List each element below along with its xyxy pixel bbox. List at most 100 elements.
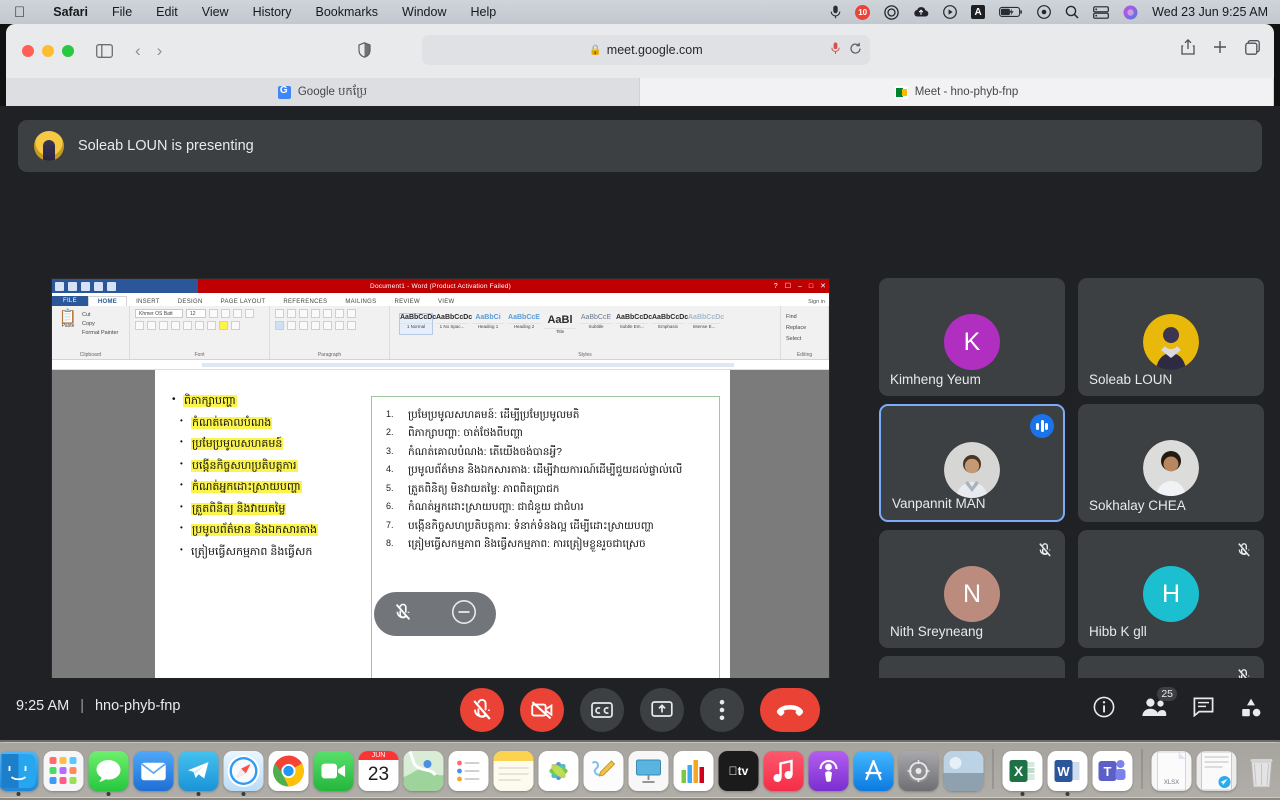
ribbon-group-clipboard[interactable]: 📋 Paste Cut Copy Format Painter Clipboar… — [52, 306, 130, 359]
menu-item-safari[interactable]: Safari — [41, 5, 100, 19]
text-a-icon[interactable]: A — [971, 5, 985, 19]
change-case-icon[interactable] — [233, 309, 242, 318]
tab-overview-icon[interactable] — [1245, 40, 1260, 60]
ribbon-tab-view[interactable]: VIEW — [429, 297, 464, 306]
minimize-icon[interactable]: – — [798, 283, 802, 290]
style-heading-2[interactable]: AaBbCcE Heading 2 — [507, 313, 541, 335]
navigation-buttons[interactable]: ‹ › — [135, 41, 162, 61]
podcasts-icon[interactable] — [809, 751, 849, 791]
ribbon-tab-page-layout[interactable]: PAGE LAYOUT — [212, 297, 275, 306]
battery-charging-icon[interactable] — [999, 6, 1023, 18]
bold-icon[interactable] — [135, 321, 144, 330]
cut-item[interactable]: Cut — [82, 311, 118, 320]
app-store-icon[interactable] — [854, 751, 894, 791]
cloud-upload-icon[interactable] — [913, 6, 929, 18]
privacy-shield-icon[interactable] — [358, 42, 371, 63]
font-color-icon[interactable] — [231, 321, 240, 330]
menu-item-file[interactable]: File — [100, 5, 144, 19]
ribbon-tab-insert[interactable]: INSERT — [127, 297, 169, 306]
find-item[interactable]: Find — [786, 312, 823, 323]
apple-tv-icon[interactable]: tv — [719, 751, 759, 791]
font-name-box[interactable]: Khmer OS Batt — [135, 309, 183, 318]
back-chevron-icon[interactable]: ‹ — [135, 41, 141, 61]
show-everyone-button[interactable]: 25 — [1141, 697, 1167, 722]
line-spacing-icon[interactable] — [323, 321, 332, 330]
play-circle-icon[interactable] — [943, 5, 957, 19]
microphone-icon[interactable] — [830, 5, 841, 19]
menubar-clock[interactable]: Wed 23 Jun 9:25 AM — [1152, 5, 1268, 19]
ribbon-tab-home[interactable]: HOME — [88, 296, 127, 306]
forward-chevron-icon[interactable]: › — [157, 41, 163, 61]
ribbon-tab-review[interactable]: REVIEW — [385, 297, 428, 306]
meeting-code[interactable]: hno-phyb-fnp — [95, 698, 180, 714]
help-icon[interactable]: ? — [774, 283, 778, 290]
highlight-color-icon[interactable] — [219, 321, 228, 330]
style-normal[interactable]: AaBbCcDc 1 Normal — [399, 313, 433, 335]
text-effects-icon[interactable] — [207, 321, 216, 330]
ribbon-group-styles[interactable]: AaBbCcDc 1 Normal AaBbCcDc 1 No Spac... … — [390, 306, 781, 359]
underline-icon[interactable] — [159, 321, 168, 330]
restore-icon[interactable]: □ — [809, 283, 813, 290]
shared-screen-overlay-controls[interactable] — [374, 592, 496, 636]
align-right-icon[interactable] — [299, 321, 308, 330]
messages-icon[interactable] — [89, 751, 129, 791]
show-marks-icon[interactable] — [347, 309, 356, 318]
ribbon-tab-design[interactable]: DESIGN — [169, 297, 212, 306]
font-size-box[interactable]: 12 — [186, 309, 206, 318]
numbering-icon[interactable] — [287, 309, 296, 318]
ribbon-tab-mailings[interactable]: MAILINGS — [336, 297, 385, 306]
word-ribbon[interactable]: 📋 Paste Cut Copy Format Painter Clipboar… — [52, 306, 829, 360]
system-preferences-icon[interactable] — [899, 751, 939, 791]
teams-icon[interactable]: T — [1093, 751, 1133, 791]
safari-icon[interactable] — [224, 751, 264, 791]
menu-item-window[interactable]: Window — [390, 5, 458, 19]
align-center-icon[interactable] — [287, 321, 296, 330]
maximize-button[interactable] — [62, 45, 74, 57]
apple-menu-icon[interactable]:  — [14, 5, 25, 20]
style-title[interactable]: AaBl Title — [543, 313, 577, 335]
siri-icon[interactable] — [1123, 5, 1138, 20]
captions-button[interactable] — [580, 688, 624, 732]
participant-tile-nith-sreyneang[interactable]: N Nith Sreyneang — [879, 530, 1065, 648]
style-intense-emphasis[interactable]: AaBbCcDc Intense E... — [687, 313, 721, 335]
ribbon-tab-references[interactable]: REFERENCES — [274, 297, 336, 306]
ribbon-group-font[interactable]: Khmer OS Batt 12 — [130, 306, 270, 359]
superscript-icon[interactable] — [195, 321, 204, 330]
leave-call-button[interactable] — [760, 688, 820, 732]
address-bar[interactable]: 🔒 meet.google.com — [422, 35, 870, 65]
participant-tile-kimheng-yeum[interactable]: K Kimheng Yeum — [879, 278, 1065, 396]
borders-icon[interactable] — [347, 321, 356, 330]
calendar-icon[interactable]: JUN 23 — [359, 751, 399, 791]
word-sign-in-link[interactable]: Sign in — [808, 299, 825, 305]
chat-button[interactable] — [1193, 697, 1214, 722]
minimize-button[interactable] — [42, 45, 54, 57]
close-button[interactable] — [22, 45, 34, 57]
camera-off-button[interactable] — [520, 688, 564, 732]
window-controls[interactable] — [22, 45, 74, 57]
facetime-icon[interactable] — [314, 751, 354, 791]
style-heading-1[interactable]: AaBbCi Heading 1 — [471, 313, 505, 335]
notes-icon[interactable] — [494, 751, 534, 791]
chrome-icon[interactable] — [269, 751, 309, 791]
telegram-icon[interactable] — [179, 751, 219, 791]
creative-cloud-icon[interactable] — [884, 5, 899, 20]
subscript-icon[interactable] — [183, 321, 192, 330]
browser-tab-meet[interactable]: Meet - hno-phyb-fnp — [640, 78, 1274, 106]
plus-icon[interactable] — [1213, 40, 1227, 59]
bullets-icon[interactable] — [275, 309, 284, 318]
multilevel-list-icon[interactable] — [299, 309, 308, 318]
menu-item-history[interactable]: History — [241, 5, 304, 19]
document-file-icon[interactable]: XLSX — [1152, 751, 1192, 791]
style-subtle-emphasis[interactable]: AaBbCcDc Subtle Em... — [615, 313, 649, 335]
browser-tab-google-translate[interactable]: Google បកប្រែ — [6, 78, 640, 106]
screenshot-icon[interactable] — [944, 751, 984, 791]
italic-icon[interactable] — [147, 321, 156, 330]
microphone-off-button[interactable] — [460, 688, 504, 732]
style-subtitle[interactable]: AaBbCcE Subtitle — [579, 313, 613, 335]
word-ruler[interactable] — [52, 360, 829, 370]
increase-indent-icon[interactable] — [323, 309, 332, 318]
clear-formatting-icon[interactable] — [245, 309, 254, 318]
keynote-icon[interactable] — [629, 751, 669, 791]
justify-icon[interactable] — [311, 321, 320, 330]
more-options-button[interactable] — [700, 688, 744, 732]
